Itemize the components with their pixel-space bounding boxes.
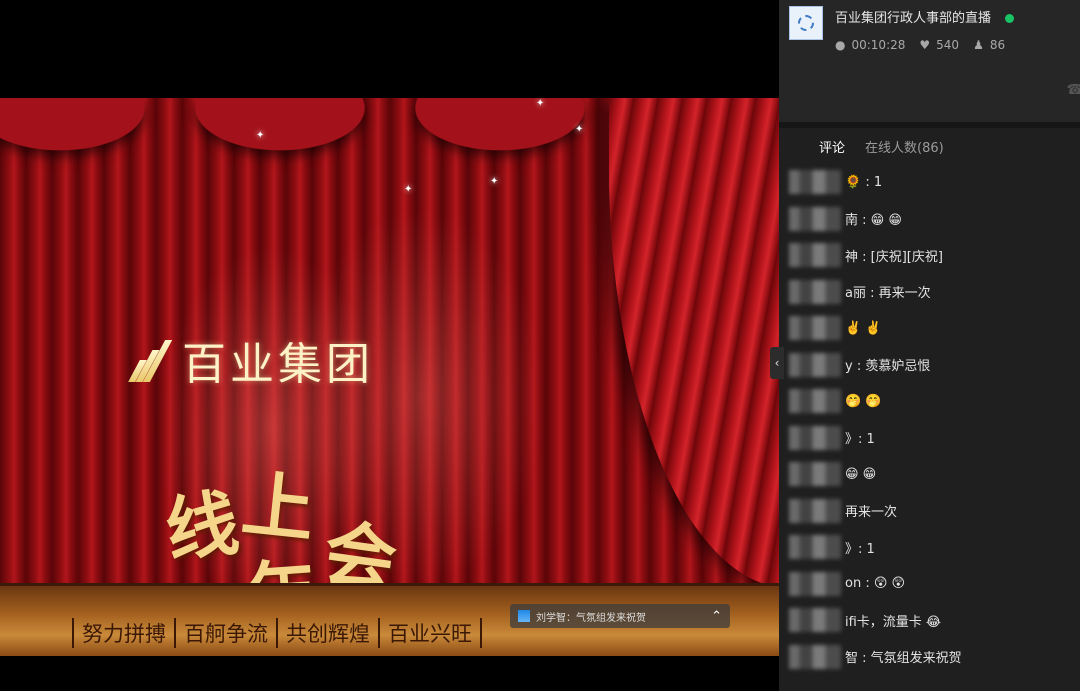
- live-stats: ● 00:10:28 ♥ 540 ♟ 86: [835, 38, 1005, 52]
- phone-icon[interactable]: ☎: [1067, 82, 1080, 98]
- blurred-user-avatar: [789, 170, 841, 195]
- comment-item: 🌻 : 1: [789, 164, 1080, 201]
- duration-stat: ● 00:10:28: [835, 38, 905, 52]
- channel-name: 百业集团行政人事部的直播: [835, 7, 1015, 26]
- danmaku-text: 刘学智：气氛组发来祝贺: [536, 612, 646, 624]
- tab-comments[interactable]: 评论: [819, 137, 845, 156]
- event-title-char: 线: [160, 479, 244, 574]
- comment-text: 再来一次: [845, 505, 898, 521]
- likes-stat: ♥ 540: [919, 38, 959, 52]
- blurred-user-avatar: [789, 608, 841, 633]
- blurred-user-avatar: [789, 644, 841, 669]
- slogan: 百舸争流: [174, 618, 276, 648]
- sparkle-icon: ✦: [404, 184, 413, 195]
- blurred-user-avatar: [789, 279, 841, 304]
- comment-item: ifi卡，流量卡 😂: [789, 602, 1080, 639]
- blurred-user-avatar: [789, 243, 841, 268]
- tab-online-users[interactable]: 在线人数(86): [865, 137, 944, 156]
- comment-list: 🌻 : 1 南 : 😁 😁 神 : [庆祝][庆祝] a丽 : 再来一次 ✌️ ✌️ y …: [779, 164, 1080, 675]
- comment-text: 😁 😁: [845, 466, 877, 482]
- slogan-bar: 努力拼搏 百舸争流 共创辉煌 百业兴旺: [72, 618, 482, 648]
- comment-text: y : 羡慕妒忌恨: [845, 359, 931, 375]
- comment-item: y : 羡慕妒忌恨: [789, 347, 1080, 384]
- comment-item: on : 😲 😲: [789, 566, 1080, 603]
- blurred-user-avatar: [789, 462, 841, 487]
- slogan: 共创辉煌: [276, 618, 378, 648]
- blurred-user-avatar: [789, 571, 841, 596]
- video-player[interactable]: ✦ ✦ ✦ ✦ ✦ 百业集团 线 上 年 会 努力拼搏 百舸争流 共创辉煌 百业…: [0, 0, 779, 691]
- comment-item: 神 : [庆祝][庆祝]: [789, 237, 1080, 274]
- company-logo: 百业集团: [128, 328, 374, 392]
- sparkle-icon: ✦: [256, 130, 265, 141]
- blurred-user-avatar: [789, 206, 841, 231]
- comment-text: 🌻 : 1: [845, 174, 883, 190]
- comment-item: 😁 😁: [789, 456, 1080, 493]
- blurred-user-avatar: [789, 535, 841, 560]
- user-icon: ♟: [973, 38, 984, 52]
- likes-value: 540: [936, 38, 960, 52]
- comment-text: on : 😲 😲: [845, 576, 906, 592]
- slogan: 百业兴旺: [378, 618, 482, 648]
- curtain-right: [609, 98, 779, 588]
- comment-item: ✌️ ✌️: [789, 310, 1080, 347]
- panel-tabs: 评论 在线人数(86): [779, 128, 1080, 164]
- danmaku-bar[interactable]: 刘学智：气氛组发来祝贺 ⌃: [510, 604, 730, 628]
- viewers-value: 86: [989, 38, 1006, 52]
- chevron-up-icon[interactable]: ⌃: [711, 609, 722, 624]
- user-avatar-icon: [518, 610, 530, 622]
- channel-title: 百业集团行政人事部的直播: [835, 11, 992, 26]
- live-side-panel: 百业集团行政人事部的直播 ● 00:10:28 ♥ 540 ♟ 86 ☎ 评论 …: [779, 0, 1080, 691]
- channel-header: 百业集团行政人事部的直播 ● 00:10:28 ♥ 540 ♟ 86 ☎: [779, 0, 1080, 128]
- comment-item: 南 : 😁 😁: [789, 201, 1080, 238]
- blurred-user-avatar: [789, 389, 841, 414]
- blurred-user-avatar: [789, 498, 841, 523]
- duration-value: 00:10:28: [851, 38, 906, 52]
- company-name: 百业集团: [182, 339, 374, 390]
- comment-text: ifi卡，流量卡 😂: [845, 614, 942, 630]
- comment-text: a丽 : 再来一次: [845, 286, 931, 302]
- chevron-left-icon[interactable]: ‹: [770, 347, 784, 379]
- channel-avatar[interactable]: [789, 6, 823, 40]
- comment-text: ✌️ ✌️: [845, 320, 882, 336]
- comment-item: 🤭 🤭: [789, 383, 1080, 420]
- comment-text: 南 : 😁 😁: [845, 213, 902, 229]
- clock-icon: ●: [835, 38, 846, 52]
- stage-backdrop: ✦ ✦ ✦ ✦ ✦ 百业集团 线 上 年 会 努力拼搏 百舸争流 共创辉煌 百业…: [0, 98, 779, 656]
- sparkle-icon: ✦: [490, 176, 499, 187]
- comment-item: 再来一次: [789, 493, 1080, 530]
- comment-text: 智 : 气氛组发来祝贺: [845, 651, 962, 667]
- comment-text: 🤭 🤭: [845, 393, 882, 409]
- viewers-stat: ♟ 86: [973, 38, 1005, 52]
- comment-item: 》: 1: [789, 529, 1080, 566]
- slogan: 努力拼搏: [72, 618, 174, 648]
- sparkle-icon: ✦: [575, 124, 584, 135]
- comment-text: 》: 1: [845, 432, 875, 448]
- comment-item: 》: 1: [789, 420, 1080, 457]
- logo-mark-icon: [128, 338, 173, 382]
- comment-item: 智 : 气氛组发来祝贺: [789, 639, 1080, 676]
- blurred-user-avatar: [789, 352, 841, 377]
- live-status-dot: [1005, 14, 1015, 23]
- comment-text: 》: 1: [845, 541, 875, 557]
- sparkle-icon: ✦: [536, 98, 545, 109]
- blurred-user-avatar: [789, 425, 841, 450]
- comment-item: a丽 : 再来一次: [789, 274, 1080, 311]
- blurred-user-avatar: [789, 316, 841, 341]
- comment-text: 神 : [庆祝][庆祝]: [845, 249, 943, 265]
- heart-icon: ♥: [919, 38, 931, 52]
